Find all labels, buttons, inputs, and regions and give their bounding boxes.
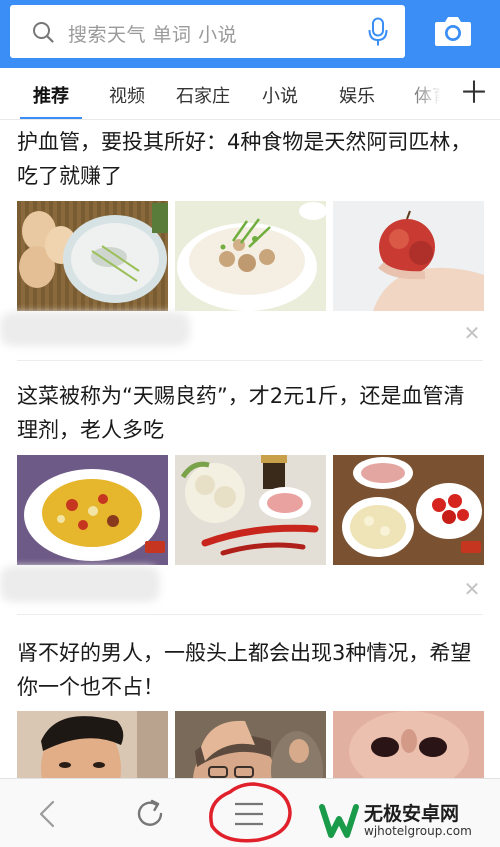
watermark: 无极安卓网 wjhotelgroup.com <box>312 797 500 847</box>
blurred-caption <box>0 312 190 346</box>
thumbnail-raw-ingredients <box>175 455 326 565</box>
feed-item-3[interactable]: 肾不好的男人，一般头上都会出现3种情况，希望你一个也不占！ <box>0 616 500 821</box>
watermark-logo-icon <box>319 804 359 838</box>
camera-icon[interactable] <box>433 14 473 48</box>
feed-item-1[interactable]: 护血管，要投其所好：4种食物是天然阿司匹林，吃了就赚了 ✕ <box>0 120 500 360</box>
microphone-icon[interactable] <box>367 17 389 47</box>
thumbnail-row <box>17 455 485 565</box>
tab-video[interactable]: 视频 <box>109 82 145 108</box>
article-title[interactable]: 肾不好的男人，一般头上都会出现3种情况，希望你一个也不占！ <box>17 636 485 704</box>
back-arrow-icon[interactable] <box>25 791 71 837</box>
blurred-caption <box>0 566 160 602</box>
tab-fade <box>402 68 454 119</box>
refresh-icon[interactable] <box>127 791 173 837</box>
feed-item-2[interactable]: 这菜被称为“天赐良药”，才2元1斤，还是血管清理剂，老人多吃 ✕ <box>0 362 500 612</box>
article-title[interactable]: 这菜被称为“天赐良药”，才2元1斤，还是血管清理剂，老人多吃 <box>17 379 485 447</box>
search-icon <box>33 22 54 43</box>
close-icon[interactable]: ✕ <box>463 579 481 599</box>
category-tabs: 推荐 视频 石家庄 小说 娱乐 体育 ＋ <box>0 68 500 120</box>
thumbnail-row <box>17 201 485 311</box>
thumbnail-eggs-porridge <box>17 201 168 311</box>
watermark-url: wjhotelgroup.com <box>364 824 472 838</box>
thumbnail-bowls <box>333 455 484 565</box>
search-input[interactable]: 搜索天气 单词 小说 <box>10 5 405 58</box>
menu-icon[interactable] <box>226 791 272 837</box>
plus-icon[interactable]: ＋ <box>458 76 490 112</box>
tab-entertainment[interactable]: 娱乐 <box>339 82 375 108</box>
tab-novel[interactable]: 小说 <box>262 82 298 108</box>
watermark-title: 无极安卓网 <box>364 803 460 825</box>
feed-divider <box>17 614 483 615</box>
article-title[interactable]: 护血管，要投其所好：4种食物是天然阿司匹林，吃了就赚了 <box>17 125 485 193</box>
thumbnail-cauliflower-dish <box>17 455 168 565</box>
top-header: 搜索天气 单词 小说 <box>0 0 500 68</box>
thumbnail-apple <box>333 201 484 311</box>
close-icon[interactable]: ✕ <box>463 323 481 343</box>
tab-recommend[interactable]: 推荐 <box>33 82 69 108</box>
thumbnail-meatball-congee <box>175 201 326 311</box>
feed-divider <box>17 360 483 361</box>
tab-shijiazhuang[interactable]: 石家庄 <box>176 82 230 108</box>
search-placeholder: 搜索天气 单词 小说 <box>68 24 238 46</box>
